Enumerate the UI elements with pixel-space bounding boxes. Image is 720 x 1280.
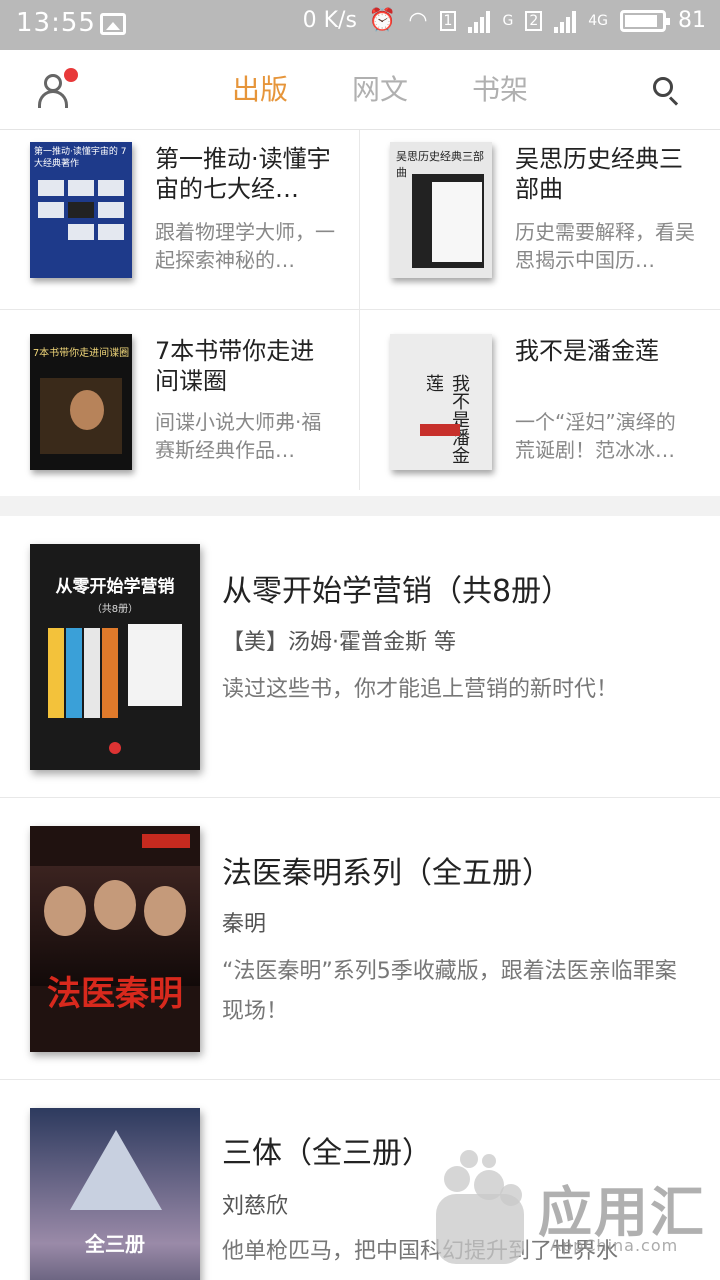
cover-logo	[109, 742, 121, 754]
cover-face	[70, 390, 104, 430]
net-speed: 0 K/s	[302, 8, 357, 33]
notification-dot	[64, 68, 78, 82]
cover-title: 7本书带你走进间谍圈	[32, 348, 130, 359]
book-cover: 吴思历史经典三部曲	[390, 142, 492, 278]
book-title: 吴思历史经典三部曲	[515, 145, 683, 203]
cover-tile	[68, 180, 94, 196]
tab-web-novel[interactable]: 网文	[320, 50, 440, 130]
cover-art	[420, 424, 460, 436]
cover-person	[144, 886, 186, 936]
cover-book	[84, 628, 100, 718]
cover-art	[432, 182, 482, 262]
status-indicators: 0 K/s ⏰ ◠ 1 G 2 4G 81	[303, 8, 706, 33]
cover-title: 全三册	[85, 1232, 145, 1256]
status-bar: 13:55 0 K/s ⏰ ◠ 1 G 2 4G 81	[0, 0, 720, 50]
cover-tile	[38, 180, 64, 196]
book-cover: 从零开始学营销 （共8册）	[30, 544, 200, 770]
book-cover: 法医秦明	[30, 826, 200, 1052]
book-author: 刘慈欣	[222, 1194, 289, 1219]
cover-tile	[38, 202, 64, 218]
book-description: 跟着物理学大师，一起探索神秘的…	[155, 220, 335, 272]
sim2-type: 4G	[588, 12, 608, 29]
cover-title: 法医秦明	[47, 974, 183, 1014]
battery-level: 81	[678, 8, 706, 33]
cover-badge	[142, 834, 190, 848]
book-cover: 全三册	[30, 1108, 200, 1280]
book-description: 间谍小说大师弗·福赛斯经典作品…	[155, 410, 322, 462]
sim1-label: 1	[439, 10, 457, 31]
cover-title: 第一推动·读懂宇宙的 7大经典著作	[34, 147, 127, 169]
cover-tile	[98, 202, 124, 218]
book-description: 读过这些书，你才能追上营销的新时代！	[222, 677, 619, 702]
section-divider	[0, 496, 720, 516]
user-icon-body	[38, 90, 68, 108]
grid-book-card[interactable]: 我不是潘金莲 我不是潘金莲 一个“淫妇”演绎的荒诞剧！范冰冰…	[360, 310, 720, 490]
cover-person	[94, 880, 136, 930]
tab-bookshelf[interactable]: 书架	[440, 50, 560, 130]
list-book-item[interactable]: 从零开始学营销 （共8册） 从零开始学营销（共8册） 【美】汤姆·霍普金斯 等 …	[0, 516, 720, 798]
cover-tile	[68, 224, 94, 240]
top-nav: 出版 网文 书架	[0, 50, 720, 130]
book-description: 历史需要解释，看吴思揭示中国历…	[515, 220, 695, 272]
book-description: 一个“淫妇”演绎的荒诞剧！范冰冰…	[515, 410, 676, 462]
tab-bar: 出版 网文 书架	[200, 50, 560, 130]
book-title: 三体（全三册）	[222, 1136, 432, 1171]
book-cover: 第一推动·读懂宇宙的 7大经典著作	[30, 142, 132, 278]
sim2-label: 2	[525, 10, 543, 31]
alarm-icon: ⏰	[368, 8, 397, 33]
sim1-type: G	[502, 12, 514, 29]
book-cover: 7本书带你走进间谍圈	[30, 334, 132, 470]
signal-2-icon	[554, 9, 577, 33]
signal-1-icon	[468, 9, 491, 33]
book-title: 从零开始学营销（共8册）	[222, 574, 572, 609]
search-icon-handle	[668, 96, 679, 106]
grid-book-card[interactable]: 吴思历史经典三部曲 吴思历史经典三部曲 历史需要解释，看吴思揭示中国历…	[360, 130, 720, 310]
cover-subtitle: （共8册）	[91, 604, 139, 615]
cover-title: 我不是潘金莲	[423, 374, 470, 464]
cover-book	[48, 628, 64, 718]
image-notification-icon	[100, 13, 126, 35]
user-profile-button[interactable]	[36, 68, 78, 110]
featured-grid: 第一推动·读懂宇宙的 7大经典著作 第一推动·读懂宇宙的七大经… 跟着物理学大师…	[0, 130, 720, 496]
battery-icon	[620, 9, 670, 32]
book-title: 我不是潘金莲	[515, 337, 659, 365]
cover-art	[40, 378, 122, 454]
search-button[interactable]	[650, 74, 682, 106]
book-title: 第一推动·读懂宇宙的七大经…	[155, 145, 331, 203]
cover-book	[102, 628, 118, 718]
status-time: 13:55	[16, 8, 96, 38]
grid-book-card[interactable]: 7本书带你走进间谍圈 7本书带你走进间谍圈 间谍小说大师弗·福赛斯经典作品…	[0, 310, 360, 490]
cover-book	[128, 624, 182, 706]
grid-book-card[interactable]: 第一推动·读懂宇宙的 7大经典著作 第一推动·读懂宇宙的七大经… 跟着物理学大师…	[0, 130, 360, 310]
book-description: “法医秦明”系列5季收藏版，跟着法医亲临罪案现场！	[222, 959, 677, 1024]
wifi-icon: ◠	[408, 8, 428, 33]
book-author: 秦明	[222, 912, 267, 937]
cover-art	[70, 1130, 162, 1210]
cover-person	[44, 886, 86, 936]
book-author: 【美】汤姆·霍普金斯 等	[222, 630, 456, 655]
search-icon	[653, 77, 673, 97]
cover-book	[66, 628, 82, 718]
list-book-item[interactable]: 法医秦明 法医秦明系列（全五册） 秦明 “法医秦明”系列5季收藏版，跟着法医亲临…	[0, 798, 720, 1080]
book-cover: 我不是潘金莲	[390, 334, 492, 470]
cover-tile	[98, 180, 124, 196]
cover-tile	[98, 224, 124, 240]
tab-publish[interactable]: 出版	[200, 50, 320, 130]
book-title: 7本书带你走进间谍圈	[155, 337, 315, 395]
book-description: 他单枪匹马，把中国科幻提升到了世界水	[222, 1239, 619, 1264]
list-book-item[interactable]: 全三册 三体（全三册） 刘慈欣 他单枪匹马，把中国科幻提升到了世界水	[0, 1080, 720, 1280]
cover-tile	[68, 202, 94, 218]
book-title: 法医秦明系列（全五册）	[222, 856, 552, 891]
cover-title: 从零开始学营销	[55, 577, 175, 597]
